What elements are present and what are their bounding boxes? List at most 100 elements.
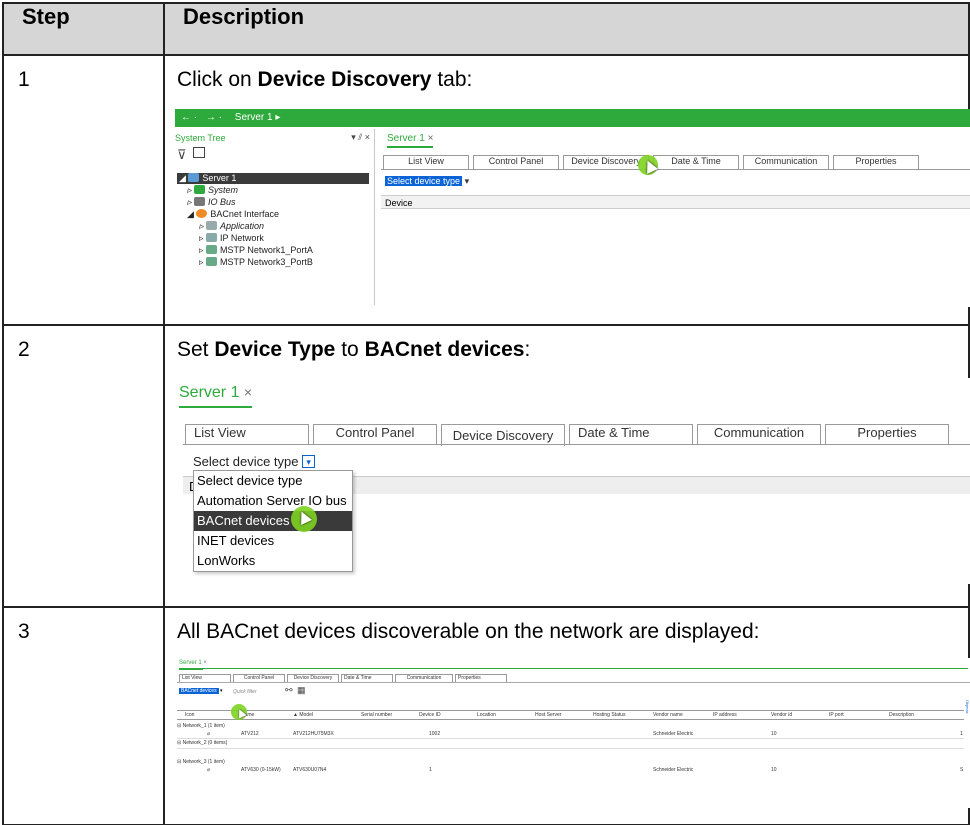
group-network-2[interactable]: ⊟ Network_2 (0 items): [177, 740, 227, 746]
tab-properties[interactable]: Properties: [825, 424, 949, 444]
tab-communication[interactable]: Communication: [743, 155, 829, 169]
option-automation-server-io-bus[interactable]: Automation Server IO bus: [194, 491, 352, 511]
properties-icon[interactable]: ▦: [297, 685, 306, 696]
device-type-select[interactable]: Select device type ▾: [385, 176, 469, 187]
instruction-text: Set Device Type to BACnet devices:: [165, 326, 968, 362]
window-rule: [203, 668, 968, 669]
group-network-1[interactable]: ⊟ Network_1 (1 item): [177, 723, 225, 729]
step-number: 2: [2, 324, 165, 608]
tree-item-ip-network[interactable]: ▹ IP Network: [199, 233, 264, 244]
bold-term: BACnet devices: [364, 338, 525, 361]
text-part: to: [335, 338, 365, 361]
page: Step Description 1 Click on Device Disco…: [0, 0, 970, 825]
system-tree-panel: System Tree ▾ ⫽ × ⊽ ◢ Server 1 ▹ System …: [175, 129, 375, 305]
device-type-select[interactable]: Select device type ▾: [193, 454, 316, 469]
tab-underline: [179, 668, 203, 670]
tree-item-io-bus[interactable]: ▹ IO Bus: [187, 197, 236, 208]
objects-side-tab[interactable]: Objects: [964, 700, 970, 714]
option-inet-devices[interactable]: INET devices: [194, 531, 352, 551]
tab-control-panel[interactable]: Control Panel: [473, 155, 559, 169]
column-serial-number[interactable]: Serial number: [361, 712, 392, 718]
text-part: tab:: [431, 68, 473, 91]
cell-model: ATV212HU75M3X: [293, 731, 334, 737]
tab-control-panel[interactable]: Control Panel: [313, 424, 437, 444]
close-icon: ×: [203, 660, 207, 666]
tab-properties[interactable]: Properties: [455, 674, 507, 682]
text-part: :: [524, 338, 531, 361]
screenshot-device-discovery-tab: ← · → · Server 1 ▸ System Tree ▾ ⫽ × ⊽ ◢…: [175, 109, 970, 307]
breadcrumb[interactable]: Server 1 ▸: [235, 112, 281, 123]
column-location[interactable]: Location: [477, 712, 496, 718]
close-icon: ×: [243, 384, 253, 400]
tab-device-discovery[interactable]: Device Discovery: [441, 424, 565, 446]
filter-icon[interactable]: ⊽: [177, 147, 187, 163]
tab-list-view[interactable]: List View: [383, 155, 469, 169]
step-header: Step: [2, 2, 165, 56]
cell-name: ATV630 (0-15kW): [241, 767, 281, 773]
column-vendor-id[interactable]: Vendor id: [771, 712, 792, 718]
bold-term: Device Discovery: [257, 68, 432, 91]
column-description[interactable]: Description: [889, 712, 914, 718]
row-divider: [177, 748, 964, 749]
tree-title: System Tree: [175, 133, 226, 143]
tab-properties[interactable]: Properties: [833, 155, 919, 169]
cell-device-id: 1: [429, 767, 432, 773]
tab-date-time[interactable]: Date & Time: [569, 424, 693, 444]
forward-arrow-icon[interactable]: → ·: [206, 112, 222, 123]
device-icon: ⌀: [207, 767, 211, 773]
tree-item-mstp-network3[interactable]: ▹ MSTP Network3_PortB: [199, 257, 313, 268]
row-divider: [177, 738, 964, 739]
instruction-text: Click on Device Discovery tab:: [165, 56, 968, 92]
chevron-down-icon: ▾: [302, 455, 316, 468]
tree-item-application[interactable]: ▹ Application: [199, 221, 264, 232]
cell-device-id: 1002: [429, 731, 441, 737]
document-tab[interactable]: Server 1 ×: [179, 384, 253, 408]
tree-item-mstp-network1[interactable]: ▹ MSTP Network1_PortA: [199, 245, 313, 256]
column-vendor-name[interactable]: Vendor name: [653, 712, 683, 718]
back-arrow-icon[interactable]: ← ·: [181, 112, 197, 123]
step-number: 1: [2, 54, 165, 326]
text-part: Click on: [177, 68, 258, 91]
close-icon: ×: [427, 133, 434, 144]
tree-item-bacnet-interface[interactable]: ◢ BACnet Interface: [187, 209, 279, 220]
tree-item-server[interactable]: ◢ Server 1: [177, 173, 369, 184]
tab-date-time[interactable]: Date & Time: [653, 155, 739, 169]
cell-end: S: [960, 767, 964, 773]
option-select-device-type[interactable]: Select device type: [194, 471, 352, 491]
device-icon: ⌀: [207, 731, 211, 737]
column-model[interactable]: ▲ Model: [293, 712, 313, 718]
tab-communication[interactable]: Communication: [697, 424, 821, 444]
screenshot-select-device-type: Server 1 × List View Control Panel Devic…: [177, 378, 970, 584]
tab-device-discovery[interactable]: Device Discovery: [563, 155, 649, 169]
tree-panel-controls[interactable]: ▾ ⫽ ×: [351, 132, 370, 143]
group-network-3[interactable]: ⊟ Network_3 (1 item): [177, 759, 225, 765]
document-tab[interactable]: Server 1 ×: [179, 660, 207, 666]
screenshot-bacnet-device-list: Server 1 × List View Control Panel Devic…: [177, 658, 970, 808]
step-row-3: 3 All BACnet devices discoverable on the…: [2, 606, 970, 825]
tab-list-view[interactable]: List View: [179, 674, 231, 682]
expand-icon[interactable]: [193, 147, 205, 158]
tab-date-time[interactable]: Date & Time: [341, 674, 393, 682]
instruction-text: All BACnet devices discoverable on the n…: [177, 620, 760, 643]
quick-filter-input[interactable]: Quick filter: [233, 689, 257, 695]
column-device[interactable]: Device: [385, 198, 413, 208]
tab-bar-line: [381, 169, 970, 170]
document-tab[interactable]: Server 1 ×: [387, 133, 434, 148]
column-ip-port[interactable]: IP port: [829, 712, 844, 718]
step-description: Click on Device Discovery tab: ← · → · S…: [163, 54, 970, 326]
step-number: 3: [2, 606, 165, 825]
tab-list-view[interactable]: List View: [185, 424, 309, 444]
tab-control-panel[interactable]: Control Panel: [233, 674, 285, 682]
chevron-down-icon: ▾: [219, 688, 223, 694]
column-hosting-status[interactable]: Hosting Status: [593, 712, 626, 718]
option-bacnet-devices[interactable]: BACnet devices: [194, 511, 352, 531]
binoculars-icon[interactable]: ⚯: [285, 685, 293, 696]
option-lonworks[interactable]: LonWorks: [194, 551, 352, 571]
column-device-id[interactable]: Device ID: [419, 712, 441, 718]
device-type-select[interactable]: BACnet devices ▾: [179, 688, 222, 694]
column-ip-address[interactable]: IP address: [713, 712, 737, 718]
column-icon[interactable]: Icon: [185, 712, 194, 718]
tab-communication[interactable]: Communication: [395, 674, 453, 682]
column-host-server[interactable]: Host Server: [535, 712, 561, 718]
tree-item-system[interactable]: ▹ System: [187, 185, 238, 196]
